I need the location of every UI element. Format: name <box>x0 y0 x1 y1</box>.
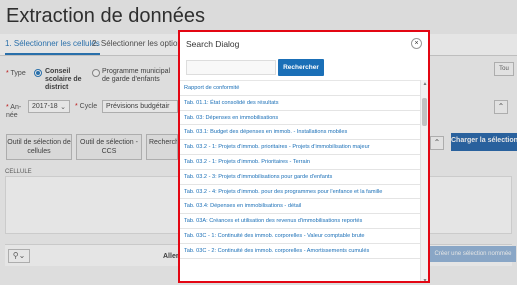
dialog-results-list: Rapport de conformité Tab. 01.1: État con… <box>180 80 420 281</box>
dialog-scrollbar[interactable]: ▲ ▼ <box>420 80 428 281</box>
close-icon[interactable]: × <box>411 38 422 49</box>
list-item[interactable]: Tab. 03.2 - 1: Projets d'immob. priorita… <box>180 140 420 155</box>
dialog-header: Search Dialog × <box>180 32 428 56</box>
list-item[interactable]: Tab. 03A: Créances et utilisation des re… <box>180 214 420 229</box>
list-item[interactable]: Rapport de conformité <box>180 81 420 96</box>
dialog-search-input[interactable] <box>186 60 276 75</box>
list-item[interactable]: Tab. 03.2 - 3: Projets d'immobilisations… <box>180 170 420 185</box>
rechercher-button[interactable]: Rechercher <box>278 59 324 76</box>
list-item[interactable]: Tab. 03.2 - 1: Projets d'immob. Priorita… <box>180 155 420 170</box>
list-item[interactable]: Tab. 03: Dépenses en immobilisations <box>180 111 420 126</box>
list-item[interactable]: Tab. 03C - 2: Continuité des immob. corp… <box>180 244 420 259</box>
scroll-up-icon[interactable]: ▲ <box>422 81 428 87</box>
scrollbar-thumb[interactable] <box>422 98 427 126</box>
list-item[interactable]: Tab. 03.4: Dépenses en immobilisations -… <box>180 199 420 215</box>
list-item[interactable]: Tab. 01.1: État consolidé des résultats <box>180 96 420 111</box>
list-item[interactable]: Tab. 03.1: Budget des dépenses en immob.… <box>180 125 420 141</box>
list-item[interactable]: Tab. 03.2 - 4: Projets d'immob. pour des… <box>180 185 420 200</box>
list-item[interactable]: Tab. 03C - 1: Continuité des immob. corp… <box>180 229 420 244</box>
dialog-title: Search Dialog <box>186 39 240 49</box>
search-dialog: Search Dialog × Rechercher Rapport de co… <box>178 30 430 283</box>
scroll-down-icon[interactable]: ▼ <box>422 278 428 281</box>
